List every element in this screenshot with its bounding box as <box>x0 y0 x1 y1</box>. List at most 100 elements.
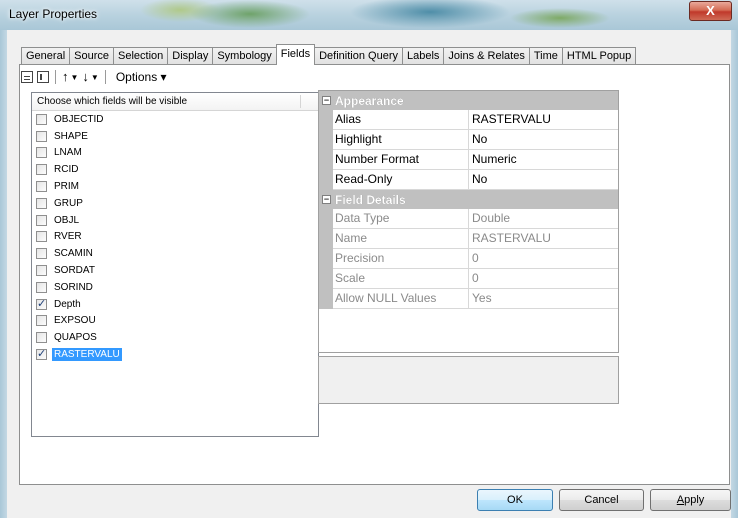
property-value: 0 <box>469 269 618 289</box>
tab-selection[interactable]: Selection <box>113 47 169 65</box>
field-name-label: RVER <box>54 231 82 243</box>
property-value[interactable]: Numeric <box>469 150 618 170</box>
field-name-label: OBJECTID <box>54 113 104 125</box>
category-label: Field Details <box>335 192 406 207</box>
property-name: Number Format <box>333 150 469 170</box>
property-value[interactable]: No <box>469 170 618 190</box>
field-list-item[interactable]: RVER <box>32 229 318 246</box>
field-visible-checkbox[interactable] <box>36 147 47 159</box>
options-menu-button[interactable]: Options ▾ <box>116 70 167 84</box>
property-row[interactable]: Read-Only No <box>319 170 618 190</box>
field-visible-checkbox[interactable] <box>36 347 47 361</box>
property-row[interactable]: Precision 0 <box>319 249 618 269</box>
field-name-label: EXPSOU <box>54 315 96 327</box>
field-name-label: SCAMIN <box>54 248 93 260</box>
property-gutter <box>319 229 333 249</box>
property-gutter <box>319 249 333 269</box>
field-name-label: OBJL <box>54 214 80 226</box>
window-frame-left <box>0 30 7 518</box>
field-visible-checkbox[interactable] <box>36 265 47 277</box>
property-name: Alias <box>333 110 469 130</box>
tab-definition-query[interactable]: Definition Query <box>314 47 403 65</box>
close-button[interactable]: X <box>689 1 732 21</box>
tab-labels[interactable]: Labels <box>401 47 445 65</box>
field-list-item[interactable]: RASTERVALU <box>32 346 318 363</box>
property-value[interactable]: RASTERVALU <box>469 110 618 130</box>
cancel-button[interactable]: Cancel <box>559 489 644 511</box>
field-list-item[interactable]: SORIND <box>32 279 318 296</box>
field-list-item[interactable]: SORDAT <box>32 262 318 279</box>
property-row[interactable]: Highlight No <box>319 130 618 150</box>
fields-visibility-list[interactable]: Choose which fields will be visible OBJE… <box>31 92 319 437</box>
field-visible-checkbox[interactable] <box>36 248 47 260</box>
ok-button[interactable]: OK <box>477 489 553 511</box>
field-visible-checkbox[interactable] <box>36 297 47 310</box>
field-list-item[interactable]: OBJECTID <box>32 111 318 128</box>
field-name-label: SORIND <box>54 281 93 293</box>
field-list-item[interactable]: LNAM <box>32 145 318 162</box>
field-visible-checkbox[interactable] <box>36 113 47 125</box>
field-list-item[interactable]: RCID <box>32 161 318 178</box>
field-visible-checkbox[interactable] <box>36 164 47 176</box>
collapse-icon[interactable]: − <box>322 96 331 105</box>
field-name-label: SORDAT <box>54 265 95 277</box>
field-visible-checkbox[interactable] <box>36 332 47 344</box>
move-down-icon[interactable]: ↓ <box>82 70 89 84</box>
tab-time[interactable]: Time <box>528 47 563 65</box>
property-description-box <box>318 356 619 404</box>
field-list-item[interactable]: QUAPOS <box>32 329 318 346</box>
category-field-details[interactable]: − Field Details <box>319 190 618 209</box>
move-up-icon[interactable]: ↑ <box>62 70 69 84</box>
tab-general[interactable]: General <box>21 47 71 65</box>
field-visible-checkbox[interactable] <box>36 197 47 209</box>
field-property-grid[interactable]: − Appearance Alias RASTERVALU Highlight No N… <box>318 90 619 353</box>
field-visible-checkbox[interactable] <box>36 315 47 327</box>
property-name: Precision <box>333 249 469 269</box>
tab-symbology[interactable]: Symbology <box>212 47 277 65</box>
list-view-icon[interactable] <box>37 71 49 83</box>
property-row[interactable]: Alias RASTERVALU <box>319 110 618 130</box>
field-list-item[interactable]: PRIM <box>32 178 318 195</box>
property-value: Yes <box>469 289 618 309</box>
field-visible-checkbox[interactable] <box>36 231 47 243</box>
field-details-rows: Data Type Double Name RASTERVALU Precision 0 S… <box>319 209 618 309</box>
field-visible-checkbox[interactable] <box>36 214 47 226</box>
tab-source[interactable]: Source <box>69 47 114 65</box>
property-name: Name <box>333 229 469 249</box>
field-name-label: SHAPE <box>54 130 88 142</box>
field-list-item[interactable]: SCAMIN <box>32 245 318 262</box>
field-list-item[interactable]: SHAPE <box>32 128 318 145</box>
table-view-icon[interactable] <box>21 71 33 83</box>
property-row[interactable]: Scale 0 <box>319 269 618 289</box>
property-row[interactable]: Allow NULL Values Yes <box>319 289 618 309</box>
field-visible-checkbox[interactable] <box>36 181 47 193</box>
fields-list-header: Choose which fields will be visible <box>32 93 318 111</box>
fields-list-rows: OBJECTID SHAPE LNAM RCID PRIM GRUP OBJL RVER SCA… <box>32 111 318 363</box>
field-visible-checkbox[interactable] <box>36 281 47 293</box>
collapse-icon[interactable]: − <box>322 195 331 204</box>
property-value: Double <box>469 209 618 229</box>
tab-html-popup[interactable]: HTML Popup <box>561 47 637 65</box>
category-appearance[interactable]: − Appearance <box>319 91 618 110</box>
field-name-label: QUAPOS <box>54 332 97 344</box>
move-up-dropdown-icon[interactable]: ▼ <box>71 73 79 82</box>
property-row[interactable]: Name RASTERVALU <box>319 229 618 249</box>
property-value: RASTERVALU <box>469 229 618 249</box>
apply-button[interactable]: Apply <box>650 489 731 511</box>
move-down-dropdown-icon[interactable]: ▼ <box>91 73 99 82</box>
tab-fields[interactable]: Fields <box>275 44 316 65</box>
tab-joins-relates[interactable]: Joins & Relates <box>443 47 530 65</box>
window-title: Layer Properties <box>9 7 98 21</box>
property-value[interactable]: No <box>469 130 618 150</box>
field-list-item[interactable]: EXPSOU <box>32 313 318 330</box>
tab-display[interactable]: Display <box>167 47 214 65</box>
property-row[interactable]: Number Format Numeric <box>319 150 618 170</box>
property-row[interactable]: Data Type Double <box>319 209 618 229</box>
field-list-item[interactable]: GRUP <box>32 195 318 212</box>
field-visible-checkbox[interactable] <box>36 130 47 142</box>
title-bar[interactable]: Layer Properties X <box>0 0 738 30</box>
field-name-label: Depth <box>54 298 81 310</box>
toolbar-separator <box>104 70 106 84</box>
field-list-item[interactable]: Depth <box>32 296 318 313</box>
field-list-item[interactable]: OBJL <box>32 212 318 229</box>
